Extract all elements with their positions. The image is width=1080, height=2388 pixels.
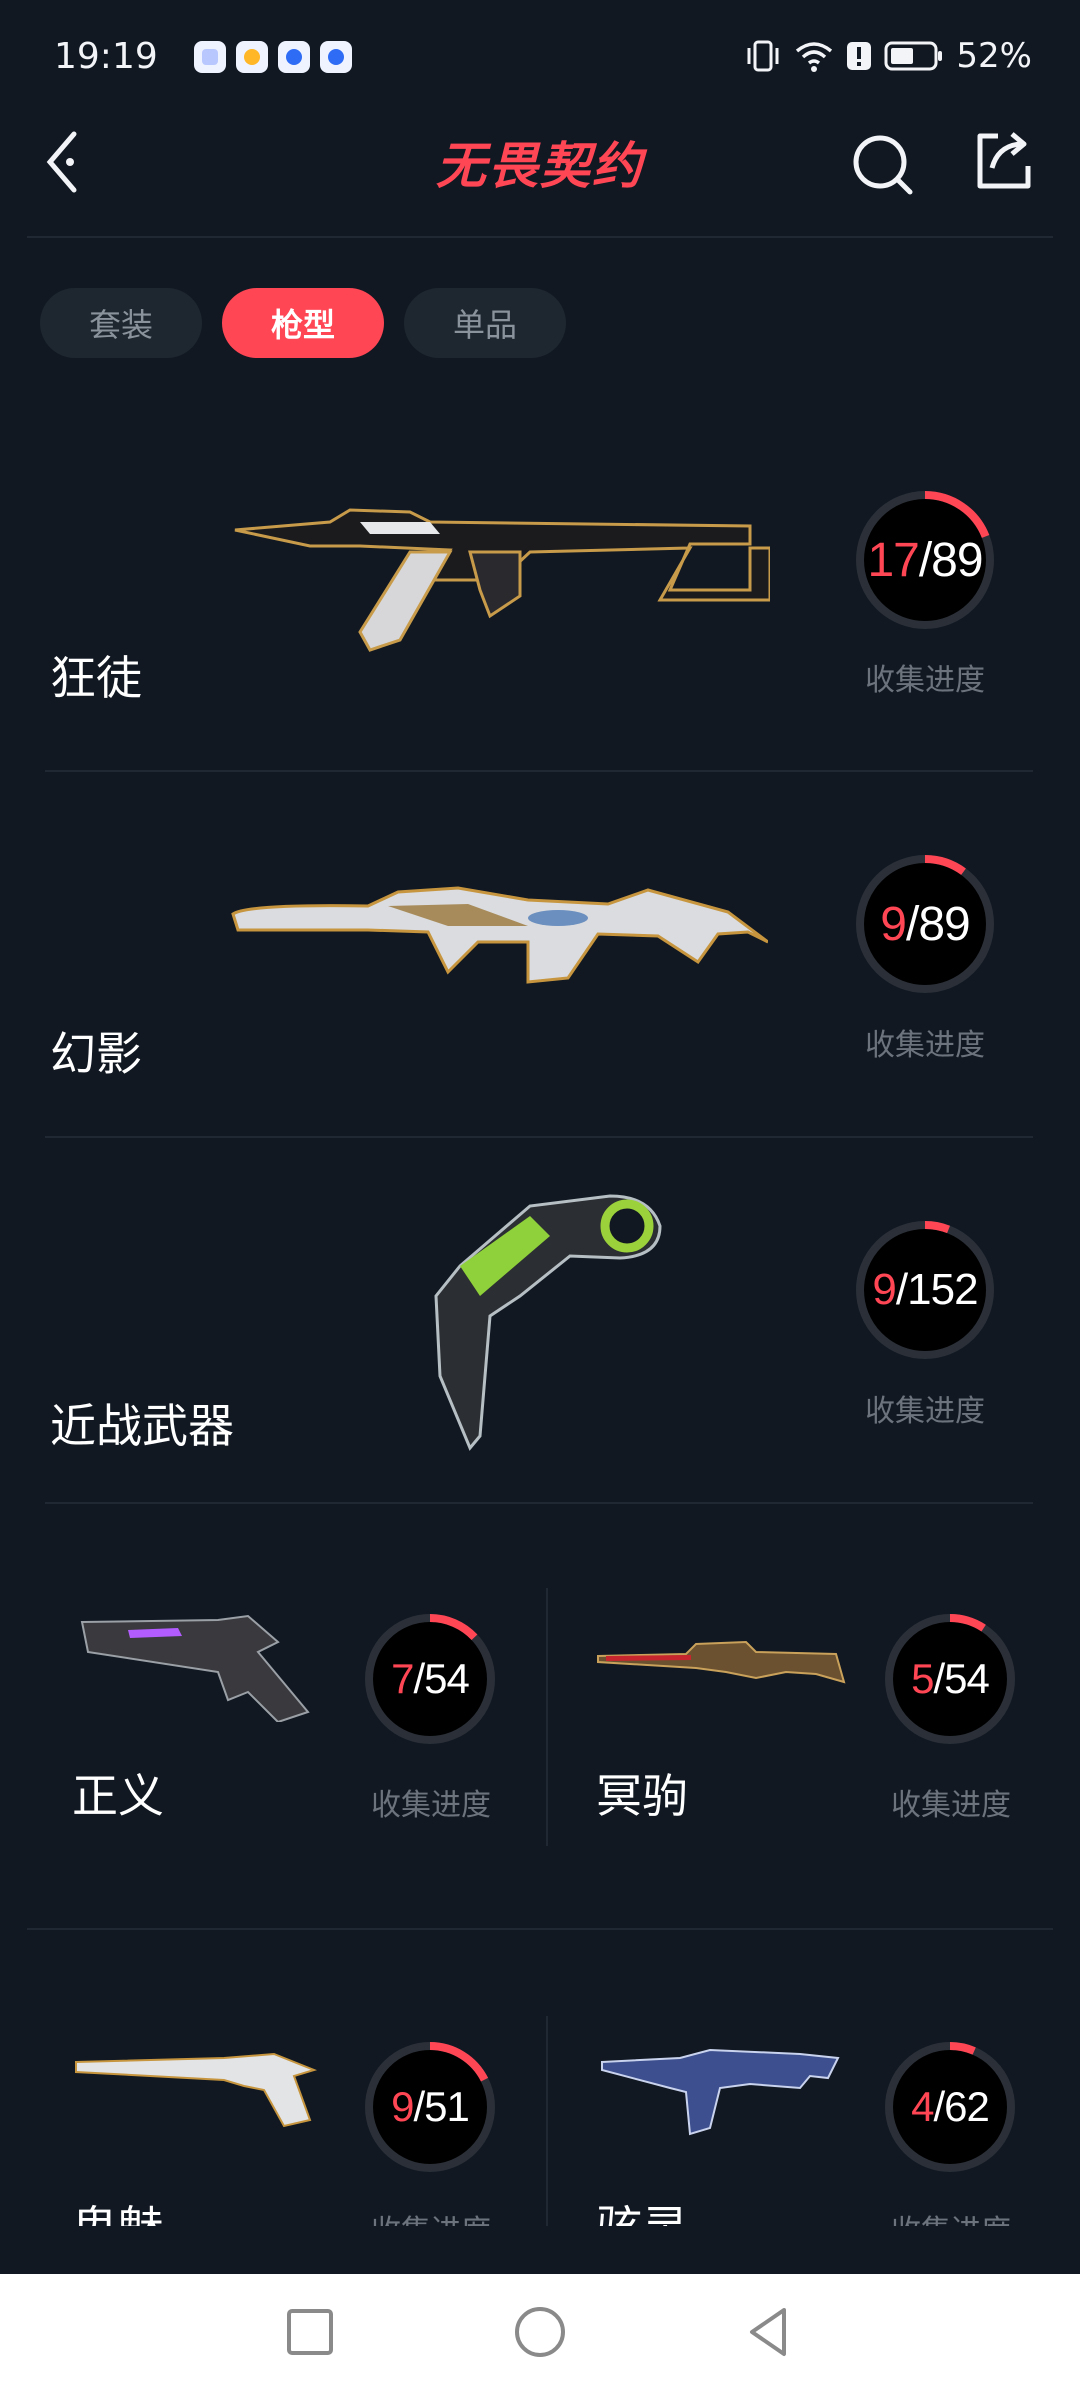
total-count: 62 <box>944 2083 990 2130</box>
weapon-card[interactable]: 冥驹 5/54 收集进度 <box>548 1504 1080 1924</box>
header-divider <box>27 236 1053 238</box>
weapon-image <box>75 2052 318 2128</box>
alert-icon <box>847 42 872 70</box>
vibrate-icon <box>747 40 779 72</box>
progress-ring: 7/54 <box>360 1609 500 1749</box>
progress-ring: 4/62 <box>880 2037 1020 2177</box>
progress-ring: 9/89 <box>850 849 1000 999</box>
app-notification-icon <box>194 41 226 73</box>
progress-label: 收集进度 <box>865 663 985 698</box>
weapon-name: 近战武器 <box>50 1399 234 1453</box>
weapon-image <box>231 886 768 984</box>
tab-weapon-types[interactable]: 枪型 <box>222 288 384 358</box>
collected-count: 9 <box>872 1265 897 1314</box>
weapon-name: 幻影 <box>50 1027 142 1081</box>
total-count: 152 <box>907 1265 978 1314</box>
weapon-card[interactable]: 鬼魅 9/51 收集进度 <box>0 1930 546 2226</box>
tab-sets[interactable]: 套装 <box>40 288 202 358</box>
collected-count: 9 <box>880 897 907 951</box>
progress-label: 收集进度 <box>891 1788 1011 1823</box>
collected-count: 9 <box>391 2083 414 2130</box>
progress-label: 收集进度 <box>371 1788 491 1823</box>
weapon-name: 狂徒 <box>50 651 142 705</box>
browser-icon <box>278 41 310 73</box>
share-button[interactable] <box>968 122 1040 202</box>
search-icon <box>853 135 913 195</box>
weapon-card[interactable]: 狂徒 17/89 收集进度 <box>0 420 1080 772</box>
total-count: 54 <box>424 1655 470 1702</box>
weapon-name: 骇灵 <box>596 2192 688 2226</box>
weapon-card[interactable]: 骇灵 4/62 收集进度 <box>548 1930 1080 2226</box>
progress-ring: 17/89 <box>850 485 1000 635</box>
back-nav-button[interactable] <box>740 2302 800 2362</box>
weapon-image <box>434 1194 662 1451</box>
progress-ring: 9/51 <box>360 2037 500 2177</box>
collected-count: 7 <box>391 1655 414 1702</box>
progress-ring: 9/152 <box>850 1215 1000 1365</box>
battery-icon <box>884 41 943 71</box>
total-count: 89 <box>918 897 970 951</box>
weapon-image <box>601 2048 840 2136</box>
collected-count: 17 <box>867 533 919 587</box>
status-app-icons <box>194 41 352 73</box>
weapon-name: 鬼魅 <box>72 2192 164 2226</box>
app-header: 无畏契约 <box>0 118 1080 238</box>
weather-icon <box>236 41 268 73</box>
weapon-card[interactable]: 近战武器 9/152 收集进度 <box>0 1138 1080 1504</box>
search-button[interactable] <box>848 126 920 202</box>
progress-label: 收集进度 <box>866 2206 1036 2226</box>
collected-count: 4 <box>911 2083 934 2130</box>
weapon-name: 正义 <box>72 1769 164 1823</box>
progress-label: 收集进度 <box>865 1028 985 1063</box>
recent-apps-button[interactable] <box>280 2302 340 2362</box>
weapon-name: 冥驹 <box>596 1769 688 1823</box>
progress-label: 收集进度 <box>346 2206 516 2226</box>
square-icon <box>287 2309 333 2355</box>
total-count: 51 <box>424 2083 470 2130</box>
home-button[interactable] <box>510 2302 570 2362</box>
weapon-card[interactable]: 正义 7/54 收集进度 <box>0 1504 546 1924</box>
weapon-image <box>597 1640 846 1684</box>
status-time: 19:19 <box>54 36 158 77</box>
scroll-clip <box>0 2226 1080 2274</box>
total-count: 54 <box>944 1655 990 1702</box>
weapon-image <box>234 508 770 652</box>
category-tabs: 套装 枪型 单品 <box>40 288 566 358</box>
status-bar: 19:19 52% <box>0 0 1080 118</box>
system-nav-bar <box>0 2274 1080 2388</box>
wifi-icon <box>796 42 833 72</box>
status-indicators: 52% <box>744 36 1032 76</box>
browser-icon <box>320 41 352 73</box>
share-icon <box>977 132 1031 189</box>
progress-label: 收集进度 <box>865 1394 985 1429</box>
weapon-card[interactable]: 幻影 9/89 收集进度 <box>0 772 1080 1138</box>
weapon-image <box>80 1614 310 1722</box>
triangle-back-icon <box>750 2308 786 2356</box>
total-count: 89 <box>931 533 983 587</box>
tab-items[interactable]: 单品 <box>404 288 566 358</box>
battery-percent: 52% <box>956 36 1032 76</box>
progress-ring: 5/54 <box>880 1609 1020 1749</box>
circle-icon <box>515 2307 565 2357</box>
collected-count: 5 <box>911 1655 934 1702</box>
